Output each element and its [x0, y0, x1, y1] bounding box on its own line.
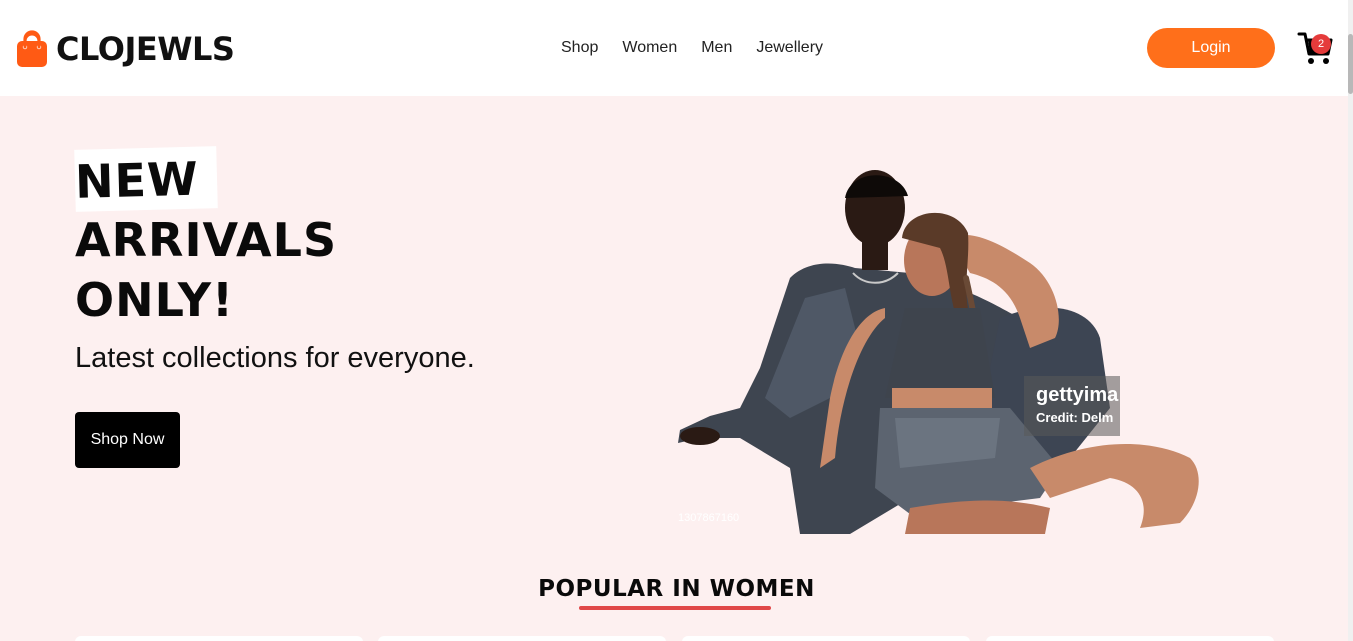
product-card[interactable] [75, 636, 363, 641]
product-card[interactable] [682, 636, 970, 641]
hero-title: NEW ARRIVALS ONLY! [74, 146, 338, 330]
main-nav: Shop Women Men Jewellery [561, 38, 823, 58]
product-card[interactable] [986, 636, 1274, 641]
nav-item-shop[interactable]: Shop [561, 38, 598, 58]
hero-title-line-2: ARRIVALS [75, 213, 338, 267]
image-id-label: 1307867160 [678, 512, 740, 524]
nav-item-jewellery[interactable]: Jewellery [756, 38, 823, 58]
login-button[interactable]: Login [1147, 28, 1275, 68]
scrollbar-thumb[interactable] [1348, 34, 1353, 94]
nav-item-women[interactable]: Women [622, 38, 677, 58]
shop-now-button[interactable]: Shop Now [75, 412, 180, 468]
section-title: POPULAR IN WOMEN [538, 576, 815, 602]
product-card[interactable] [378, 636, 666, 641]
cart-count-badge: 2 [1311, 34, 1331, 54]
hero-models-image [678, 170, 1199, 534]
watermark-brand: gettyima [1036, 384, 1119, 406]
navbar: CLOJEWLS Shop Women Men Jewellery Login … [0, 0, 1353, 96]
brand-logo[interactable]: CLOJEWLS [16, 29, 235, 69]
hero-subtitle: Latest collections for everyone. [75, 342, 475, 374]
nav-item-men[interactable]: Men [701, 38, 732, 58]
page-scrollbar[interactable] [1348, 0, 1353, 641]
section-underline [579, 606, 771, 610]
shopping-bag-icon [17, 30, 47, 67]
hero-title-line-3: ONLY! [75, 273, 235, 327]
watermark-credit: Credit: Delm [1036, 410, 1114, 425]
hero-title-line-1: NEW [74, 146, 218, 212]
brand-name: CLOJEWLS [56, 30, 235, 68]
image-watermark: gettyima Credit: Delm [1024, 376, 1120, 436]
cart-button[interactable]: 2 [1297, 30, 1335, 66]
